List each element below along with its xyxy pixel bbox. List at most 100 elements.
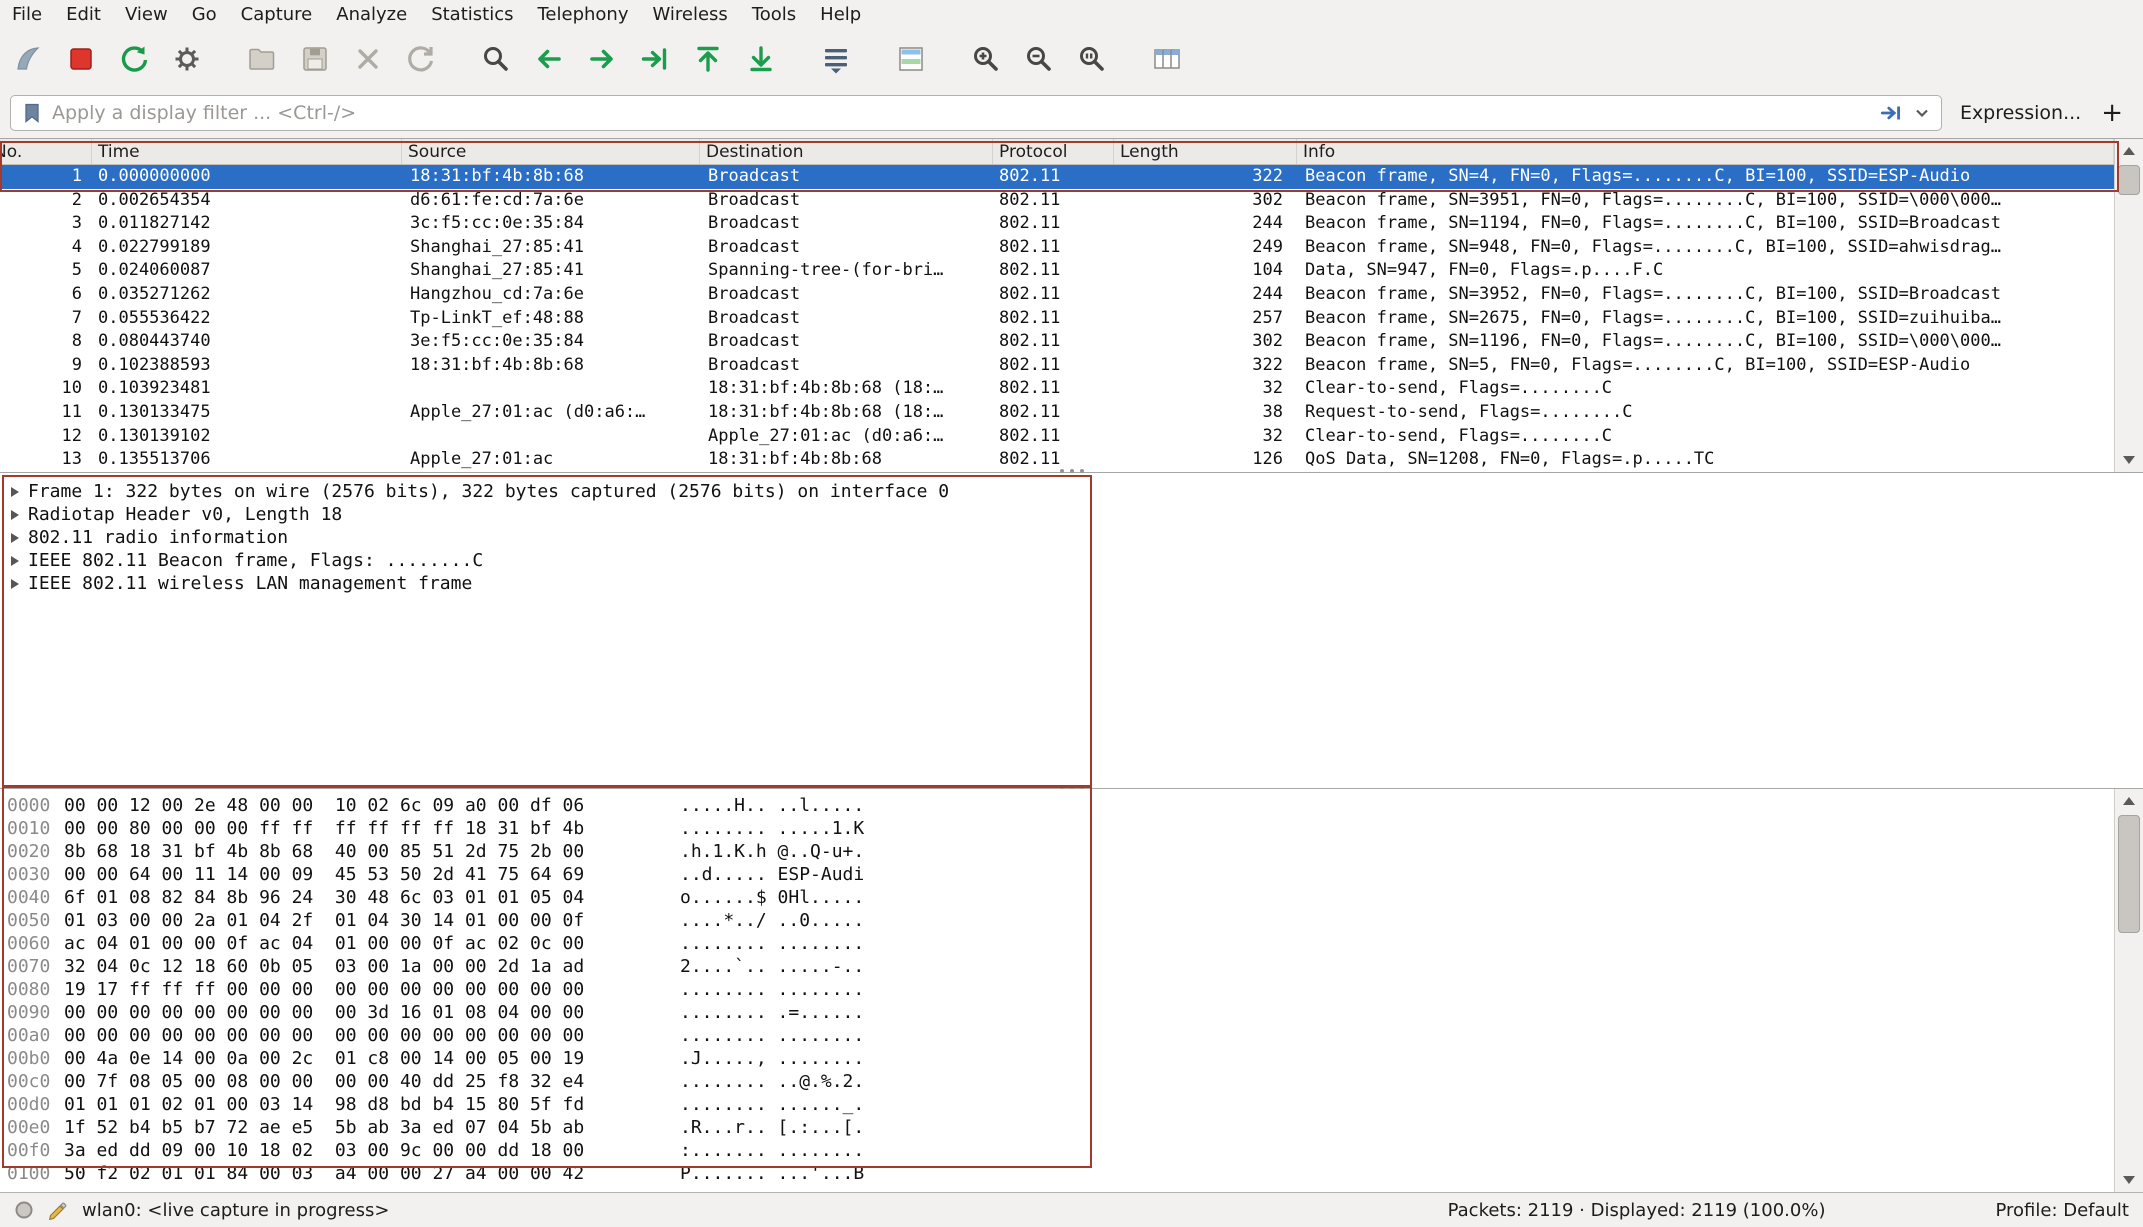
hex-row[interactable]: 005001 03 00 00 2a 01 04 2f 01 04 30 14 … (0, 909, 2114, 932)
scrollbar-thumb[interactable] (2118, 165, 2140, 195)
auto-scroll-button[interactable] (814, 37, 858, 81)
scroll-up-arrow[interactable] (2115, 789, 2143, 813)
packet-row-11[interactable]: 110.130133475Apple_27:01:ac (d0:a6:…18:3… (0, 401, 2114, 425)
packet-row-5[interactable]: 50.024060087Shanghai_27:85:41Spanning-tr… (0, 259, 2114, 283)
hex-row[interactable]: 000000 00 12 00 2e 48 00 00 10 02 6c 09 … (0, 794, 2114, 817)
hex-row[interactable]: 003000 00 64 00 11 14 00 09 45 53 50 2d … (0, 863, 2114, 886)
hex-row[interactable]: 00208b 68 18 31 bf 4b 8b 68 40 00 85 51 … (0, 840, 2114, 863)
packet-list-scrollbar[interactable] (2114, 139, 2143, 472)
filter-add-button[interactable]: + (2101, 100, 2123, 126)
save-file-button[interactable] (293, 37, 337, 81)
menu-edit[interactable]: Edit (54, 0, 113, 30)
display-filter-input[interactable]: Apply a display filter ... <Ctrl-/> (10, 95, 1942, 131)
packet-row-13[interactable]: 130.135513706Apple_27:01:ac18:31:bf:4b:8… (0, 448, 2114, 472)
reload-file-button[interactable] (399, 37, 443, 81)
expander-triangle-icon[interactable] (11, 533, 19, 543)
menu-view[interactable]: View (113, 0, 180, 30)
go-forward-button[interactable] (580, 37, 624, 81)
menu-statistics[interactable]: Statistics (419, 0, 525, 30)
restart-icon (118, 43, 150, 75)
pane-splitter-handle[interactable] (1060, 785, 1084, 789)
go-to-packet-button[interactable] (633, 37, 677, 81)
packet-bytes-scrollbar[interactable] (2114, 789, 2143, 1192)
colorize-packets-button[interactable] (889, 37, 933, 81)
packet-row-10[interactable]: 100.10392348118:31:bf:4b:8b:68 (18:…802.… (0, 377, 2114, 401)
hex-row[interactable]: 00b000 4a 0e 14 00 0a 00 2c 01 c8 00 14 … (0, 1047, 2114, 1070)
expander-triangle-icon[interactable] (11, 579, 19, 589)
packet-row-8[interactable]: 80.0804437403e:f5:cc:0e:35:84Broadcast80… (0, 330, 2114, 354)
restart-capture-button[interactable] (112, 37, 156, 81)
capture-options-button[interactable] (165, 37, 209, 81)
hex-row[interactable]: 00f03a ed dd 09 00 10 18 02 03 00 9c 00 … (0, 1139, 2114, 1162)
packet-row-12[interactable]: 120.130139102Apple_27:01:ac (d0:a6:…802.… (0, 425, 2114, 449)
packet-row-6[interactable]: 60.035271262Hangzhou_cd:7a:6eBroadcast80… (0, 283, 2114, 307)
detail-line[interactable]: 802.11 radio information (0, 526, 2143, 549)
cell-no: 1 (0, 165, 92, 189)
open-file-button[interactable] (240, 37, 284, 81)
hex-row[interactable]: 00406f 01 08 82 84 8b 96 24 30 48 6c 03 … (0, 886, 2114, 909)
column-header-length[interactable]: Length (1114, 139, 1297, 164)
expander-triangle-icon[interactable] (11, 487, 19, 497)
go-first-packet-button[interactable] (686, 37, 730, 81)
menu-analyze[interactable]: Analyze (324, 0, 419, 30)
hex-row[interactable]: 00c000 7f 08 05 00 08 00 00 00 00 40 dd … (0, 1070, 2114, 1093)
hex-row[interactable]: 009000 00 00 00 00 00 00 00 00 3d 16 01 … (0, 1001, 2114, 1024)
menu-go[interactable]: Go (180, 0, 229, 30)
expert-info-icon[interactable] (14, 1200, 34, 1220)
hex-row[interactable]: 00d001 01 01 02 01 00 03 14 98 d8 bd b4 … (0, 1093, 2114, 1116)
expression-button[interactable]: Expression... (1960, 102, 2081, 124)
column-header-destination[interactable]: Destination (700, 139, 993, 164)
menu-help[interactable]: Help (808, 0, 873, 30)
menu-capture[interactable]: Capture (229, 0, 325, 30)
zoom-out-button[interactable] (1017, 37, 1061, 81)
packet-row-2[interactable]: 20.002654354d6:61:fe:cd:7a:6eBroadcast80… (0, 189, 2114, 213)
stop-capture-button[interactable] (59, 37, 103, 81)
find-packet-button[interactable] (474, 37, 518, 81)
pane-splitter-handle[interactable] (1060, 469, 1084, 473)
menu-telephony[interactable]: Telephony (525, 0, 640, 30)
column-header-no[interactable]: No. (0, 139, 92, 164)
packet-row-9[interactable]: 90.10238859318:31:bf:4b:8b:68Broadcast80… (0, 354, 2114, 378)
profile-text[interactable]: Profile: Default (1995, 1200, 2129, 1221)
menu-wireless[interactable]: Wireless (640, 0, 739, 30)
column-header-time[interactable]: Time (92, 139, 402, 164)
start-capture-button[interactable] (6, 37, 50, 81)
zoom-original-button[interactable] (1070, 37, 1114, 81)
filter-apply-icon[interactable] (1878, 100, 1904, 126)
menu-tools[interactable]: Tools (740, 0, 808, 30)
detail-line[interactable]: Radiotap Header v0, Length 18 (0, 503, 2143, 526)
column-header-source[interactable]: Source (402, 139, 700, 164)
go-back-button[interactable] (527, 37, 571, 81)
hex-row[interactable]: 0060ac 04 01 00 00 0f ac 04 01 00 00 0f … (0, 932, 2114, 955)
resize-columns-button[interactable] (1145, 37, 1189, 81)
zoom-in-button[interactable] (964, 37, 1008, 81)
hex-row[interactable]: 008019 17 ff ff ff 00 00 00 00 00 00 00 … (0, 978, 2114, 1001)
scroll-down-arrow[interactable] (2115, 1168, 2143, 1192)
hex-row[interactable]: 00a000 00 00 00 00 00 00 00 00 00 00 00 … (0, 1024, 2114, 1047)
filter-dropdown-chevron-icon[interactable] (1912, 103, 1932, 123)
close-file-button[interactable] (346, 37, 390, 81)
detail-line[interactable]: IEEE 802.11 Beacon frame, Flags: .......… (0, 549, 2143, 572)
hex-row[interactable]: 007032 04 0c 12 18 60 0b 05 03 00 1a 00 … (0, 955, 2114, 978)
hex-row[interactable]: 00e01f 52 b4 b5 b7 72 ae e5 5b ab 3a ed … (0, 1116, 2114, 1139)
detail-line[interactable]: IEEE 802.11 wireless LAN management fram… (0, 572, 2143, 595)
expander-triangle-icon[interactable] (11, 556, 19, 566)
detail-line[interactable]: Frame 1: 322 bytes on wire (2576 bits), … (0, 480, 2143, 503)
packet-row-7[interactable]: 70.055536422Tp-LinkT_ef:48:88Broadcast80… (0, 307, 2114, 331)
go-last-packet-button[interactable] (739, 37, 783, 81)
expander-triangle-icon[interactable] (11, 510, 19, 520)
menu-file[interactable]: File (0, 0, 54, 30)
scroll-down-arrow[interactable] (2115, 448, 2143, 472)
scroll-up-arrow[interactable] (2115, 139, 2143, 163)
column-header-info[interactable]: Info (1297, 139, 2114, 164)
hex-row[interactable]: 010050 f2 02 01 01 84 00 03 a4 00 00 27 … (0, 1162, 2114, 1185)
hex-row[interactable]: 001000 00 80 00 00 00 ff ff ff ff ff ff … (0, 817, 2114, 840)
column-header-protocol[interactable]: Protocol (993, 139, 1114, 164)
packet-row-3[interactable]: 30.0118271423c:f5:cc:0e:35:84Broadcast80… (0, 212, 2114, 236)
scrollbar-thumb[interactable] (2118, 815, 2140, 933)
packet-row-4[interactable]: 40.022799189Shanghai_27:85:41Broadcast80… (0, 236, 2114, 260)
packet-row-1[interactable]: 10.00000000018:31:bf:4b:8b:68Broadcast80… (0, 165, 2114, 189)
bookmark-icon[interactable] (20, 101, 44, 125)
capture-comment-pencil-icon[interactable] (47, 1199, 69, 1221)
search-icon (480, 43, 512, 75)
